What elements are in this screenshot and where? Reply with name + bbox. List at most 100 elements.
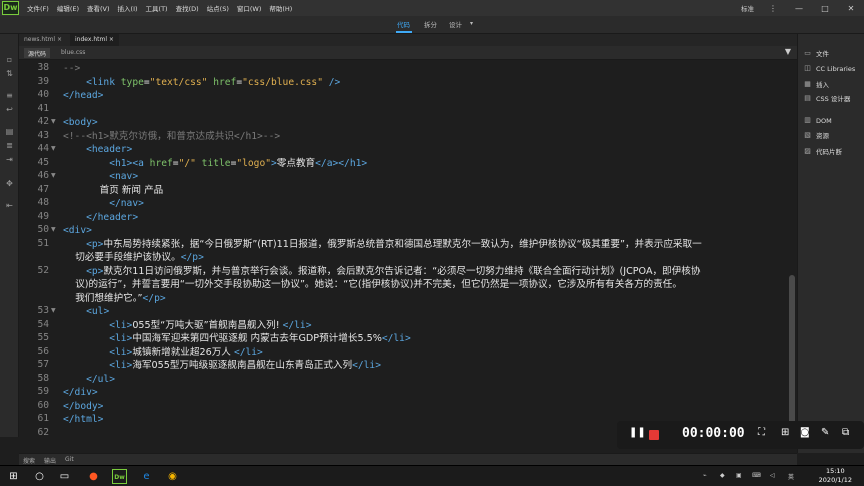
- indent-icon[interactable]: ⇥: [4, 154, 15, 165]
- more-icon[interactable]: ⋮: [760, 4, 786, 13]
- panel-label: CC Libraries: [816, 64, 856, 73]
- menu-find[interactable]: 查找(D): [172, 3, 203, 13]
- panel-css-designer[interactable]: ▤ CSS 设计器: [803, 93, 851, 104]
- code-line[interactable]: <h1><a href="/" title="logo">零点教育</a></h…: [63, 157, 367, 170]
- menu-view[interactable]: 查看(V): [83, 3, 114, 13]
- code-line[interactable]: <li>海军055型万吨级驱逐舰南昌舰在山东青岛正式入列</li>: [63, 359, 381, 372]
- tab-design-view[interactable]: 设计: [449, 19, 462, 29]
- format-icon[interactable]: ≣: [4, 140, 15, 151]
- menu-window[interactable]: 窗口(W): [233, 3, 266, 13]
- panel-folder[interactable]: ▭ 文件: [803, 48, 829, 59]
- minimize-button[interactable]: —: [786, 4, 812, 13]
- code-line[interactable]: <nav>: [63, 170, 138, 183]
- code-line[interactable]: </header>: [63, 211, 138, 224]
- file-icon[interactable]: ▫: [4, 54, 15, 65]
- tab-blue-css[interactable]: blue.css: [57, 48, 89, 58]
- tray-volume-icon[interactable]: ▣: [736, 472, 742, 479]
- panel-label: CSS 设计器: [816, 95, 851, 103]
- chevron-down-icon[interactable]: ▾: [470, 20, 473, 27]
- tray-speaker-icon[interactable]: ◁: [770, 472, 775, 479]
- expand-icon[interactable]: ⇅: [4, 68, 15, 79]
- tab-index-html[interactable]: index.html ×: [70, 34, 119, 46]
- comment-icon[interactable]: ▤: [4, 126, 15, 137]
- code-line[interactable]: 切必要手段维护该协议。</p>: [63, 251, 204, 264]
- tab-git[interactable]: Git: [65, 456, 74, 463]
- code-line[interactable]: </head>: [63, 89, 103, 102]
- outdent-icon[interactable]: ⇤: [4, 200, 15, 211]
- tray-network-icon[interactable]: ⌁: [703, 472, 707, 479]
- code-line[interactable]: 我们想维护它。”</p>: [63, 292, 165, 305]
- wrap-icon[interactable]: ↩: [4, 104, 15, 115]
- powerpoint-icon[interactable]: ●: [86, 469, 101, 484]
- fold-toggle-icon[interactable]: ▼: [51, 172, 56, 179]
- code-line[interactable]: <li>055型“万吨大驱”首舰南昌舰入列! </li>: [63, 319, 311, 332]
- menu-site[interactable]: 站点(S): [203, 3, 233, 13]
- menu-tools[interactable]: 工具(T): [142, 3, 172, 13]
- windows-start-icon[interactable]: ⊞: [6, 469, 21, 484]
- code-line[interactable]: <link type="text/css" href="css/blue.css…: [63, 76, 340, 89]
- tray-language-icon[interactable]: 英: [788, 472, 794, 481]
- task-view-icon[interactable]: ▭: [57, 469, 72, 484]
- menu-edit[interactable]: 编辑(E): [53, 3, 83, 13]
- menu-insert[interactable]: 插入(I): [114, 3, 142, 13]
- code-line[interactable]: </div>: [63, 386, 98, 399]
- camera-icon[interactable]: ◙: [800, 427, 810, 438]
- code-line[interactable]: <div>: [63, 224, 92, 237]
- code-line[interactable]: <p>中东局势持续紧张，据“今日俄罗斯”(RT)11日报道，俄罗斯总统普京和德国…: [63, 238, 702, 251]
- chrome-icon[interactable]: ◉: [165, 469, 180, 484]
- system-clock[interactable]: 15:10 2020/1/12: [819, 467, 852, 485]
- code-line[interactable]: <!--<h1>默克尔访俄，和普京达成共识</h1>-->: [63, 130, 280, 143]
- left-toolbar: ▫ ⇅ ≡ ↩ ▤ ≣ ⇥ ✥ ⇤: [0, 34, 19, 453]
- menu-help[interactable]: 帮助(H): [265, 3, 296, 13]
- fullscreen-icon[interactable]: ⛶: [758, 427, 765, 438]
- code-line[interactable]: <li>城镇新增就业超26万人 </li>: [63, 346, 263, 359]
- code-line[interactable]: <li>中国海军迎来第四代驱逐舰 内蒙古去年GDP预计增长5.5%</li>: [63, 332, 411, 345]
- stop-record-button[interactable]: [649, 430, 659, 440]
- code-line[interactable]: </html>: [63, 413, 103, 426]
- ie-browser-icon[interactable]: e: [139, 469, 154, 484]
- tray-input-icon[interactable]: ⌨: [752, 472, 761, 479]
- dreamweaver-taskbar-icon[interactable]: Dw: [112, 469, 127, 484]
- code-line[interactable]: <p>默克尔11日访问俄罗斯，并与普京举行会谈。报道称，会后默克尔告诉记者：“必…: [63, 265, 700, 278]
- code-line[interactable]: 首页 新闻 产品: [63, 184, 164, 197]
- crop-icon[interactable]: ⊞: [781, 427, 789, 438]
- fold-toggle-icon[interactable]: ▼: [51, 226, 56, 233]
- tab-code-view[interactable]: 代码: [397, 19, 410, 29]
- code-line[interactable]: <body>: [63, 116, 98, 129]
- tab-split-view[interactable]: 拆分: [424, 19, 437, 29]
- fold-toggle-icon[interactable]: ▼: [51, 145, 56, 152]
- code-line[interactable]: </nav>: [63, 197, 144, 210]
- tab-search[interactable]: 搜索: [23, 456, 35, 465]
- collapse-icon[interactable]: ≡: [4, 90, 15, 101]
- panel-insert[interactable]: ▦ 插入: [803, 79, 829, 90]
- pause-icon[interactable]: ❚❚: [629, 427, 646, 438]
- code-editor[interactable]: 38 --> 39 <link type="text/css" href="css/…: [19, 60, 787, 437]
- code-line[interactable]: </body>: [63, 400, 103, 413]
- fold-toggle-icon[interactable]: ▼: [51, 118, 56, 125]
- code-line[interactable]: 议)的运行”，并誓言要用“一切外交手段协助这一协议”。她说：“它(指伊核协议)并…: [63, 278, 682, 291]
- vertical-scrollbar[interactable]: [787, 60, 797, 437]
- tab-output[interactable]: 输出: [44, 456, 56, 465]
- maximize-button[interactable]: □: [812, 4, 838, 13]
- code-line[interactable]: <ul>: [63, 305, 109, 318]
- close-button[interactable]: ✕: [838, 4, 864, 13]
- code-line[interactable]: </ul>: [63, 373, 115, 386]
- panel-cc-libraries[interactable]: ◫ CC Libraries: [803, 64, 855, 73]
- scrollbar-thumb[interactable]: [789, 275, 795, 425]
- panel-dom[interactable]: ▥ DOM: [803, 116, 832, 125]
- tab-source-code[interactable]: 源代码: [24, 48, 51, 58]
- tab-news-html[interactable]: news.html ×: [19, 34, 67, 46]
- window-icon[interactable]: ⧉: [842, 427, 849, 438]
- menu-file[interactable]: 文件(F): [23, 3, 53, 13]
- fold-toggle-icon[interactable]: ▼: [51, 307, 56, 314]
- code-line[interactable]: <header>: [63, 143, 132, 156]
- pen-icon[interactable]: ✎: [821, 427, 829, 438]
- tray-app-icon[interactable]: ◆: [720, 472, 725, 479]
- snippet-icon[interactable]: ✥: [4, 178, 15, 189]
- workspace-switcher[interactable]: 标准: [741, 3, 754, 13]
- search-icon[interactable]: ○: [32, 469, 47, 484]
- filter-icon[interactable]: ▼: [785, 47, 791, 56]
- code-line[interactable]: -->: [63, 62, 80, 75]
- panel-assets[interactable]: ▧ 资源: [803, 130, 829, 141]
- panel-snippets[interactable]: ▨ 代码片断: [803, 146, 842, 157]
